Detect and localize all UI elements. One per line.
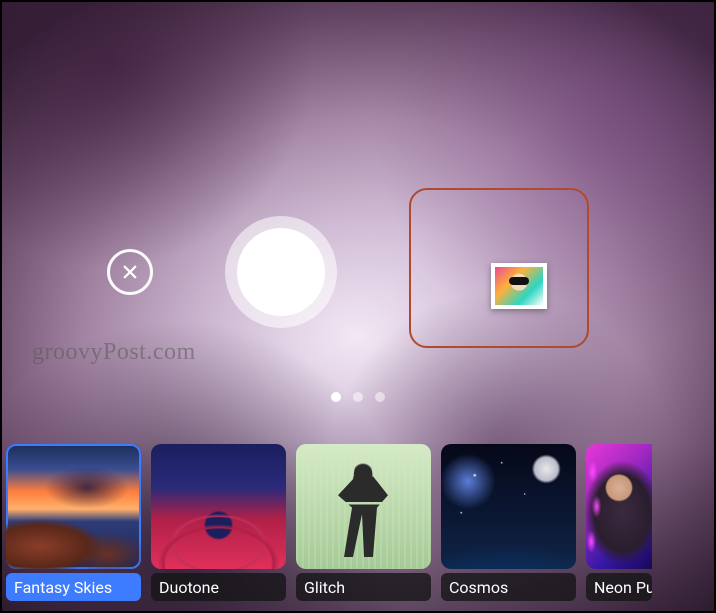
page-dot[interactable] — [353, 392, 363, 402]
page-dot[interactable] — [375, 392, 385, 402]
filter-label: Duotone — [151, 573, 286, 601]
gallery-thumbnail-image — [495, 267, 543, 305]
filter-thumbnail — [296, 444, 431, 569]
camera-viewfinder: groovyPost.com Fantasy Skies Duotone Glitc… — [0, 0, 716, 613]
watermark-text: groovyPost.com — [32, 339, 196, 366]
filter-card[interactable]: Glitch — [296, 444, 431, 601]
filter-thumbnail — [151, 444, 286, 569]
close-icon — [121, 263, 139, 281]
filter-strip[interactable]: Fantasy Skies Duotone Glitch Cosmos Neon Pul… — [2, 441, 714, 611]
gallery-thumbnail — [491, 263, 547, 309]
filter-card[interactable]: Fantasy Skies — [6, 444, 141, 601]
filter-label: Glitch — [296, 573, 431, 601]
filter-card[interactable]: Cosmos — [441, 444, 576, 601]
filter-label: Neon Puls — [586, 573, 652, 601]
close-button[interactable] — [107, 249, 153, 295]
shutter-icon — [237, 228, 325, 316]
filter-thumbnail — [6, 444, 141, 569]
capture-controls — [2, 212, 714, 332]
filter-label: Fantasy Skies — [6, 573, 141, 601]
filter-label: Cosmos — [441, 573, 576, 601]
gallery-button[interactable] — [409, 188, 589, 348]
filter-card[interactable]: Neon Puls — [586, 444, 652, 601]
page-dot[interactable] — [331, 392, 341, 402]
filter-thumbnail — [586, 444, 652, 569]
page-indicator — [2, 392, 714, 402]
shutter-button[interactable] — [225, 216, 337, 328]
filter-thumbnail — [441, 444, 576, 569]
filter-card[interactable]: Duotone — [151, 444, 286, 601]
